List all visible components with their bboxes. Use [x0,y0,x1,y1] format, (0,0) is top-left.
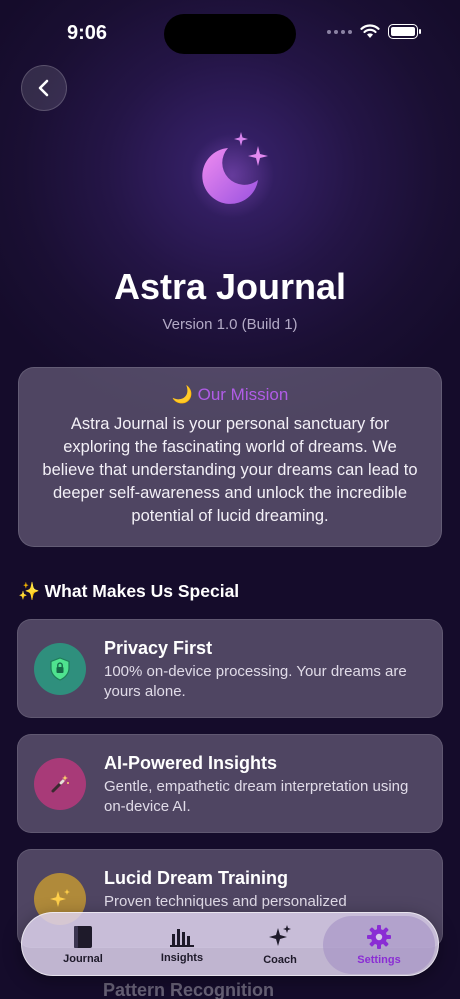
status-time: 9:06 [67,22,108,44]
feature-description: Proven techniques and personalized [104,893,347,910]
app-version: Version 1.0 (Build 1) [162,316,298,333]
feature-card-ai-insights: AI-Powered Insights Gentle, empathetic d… [17,734,443,833]
moon-stars-logo-icon [190,132,274,218]
section-title: ✨ What Makes Us Special [18,581,240,601]
tab-settings[interactable]: Settings [323,916,435,974]
book-icon [74,926,92,948]
status-icons [327,24,421,39]
chevron-left-icon [38,79,49,97]
tab-label: Journal [63,953,103,965]
wifi-icon [360,24,380,38]
tab-label: Coach [263,954,297,966]
battery-icon [388,24,421,39]
tab-bar: Journal Insights Coach Settings [21,912,439,976]
tab-coach[interactable]: Coach [230,913,330,977]
feature-description: Gentle, empathetic dream interpretation … [104,778,409,815]
tab-insights[interactable]: Insights [132,913,232,977]
tab-journal[interactable]: Journal [33,913,133,977]
dynamic-island [164,14,296,54]
feature-title: Lucid Dream Training [104,868,289,888]
tab-label: Insights [160,952,204,964]
bar-chart-icon [170,929,194,947]
feature-card-privacy: Privacy First 100% on-device processing.… [17,619,443,718]
app-name: Astra Journal [113,266,347,307]
tab-label: Settings [357,954,401,966]
magic-wand-icon [34,758,86,810]
feature-description: 100% on-device processing. Your dreams a… [104,663,407,700]
feature-title: AI-Powered Insights [104,753,278,773]
mission-title: 🌙 Our Mission [171,385,289,404]
status-bar: 9:06 [0,0,460,60]
mission-card: 🌙 Our Mission Astra Journal is your pers… [18,367,442,547]
shield-icon [34,643,86,695]
feature-title-peek: Pattern Recognition [103,980,275,999]
feature-title: Privacy First [104,638,213,658]
mission-body: Astra Journal is your personal sanctuary… [42,415,418,525]
gear-icon [367,925,391,949]
signal-icon [327,29,352,34]
back-button[interactable] [21,65,67,111]
sparkle-icon [269,925,291,946]
